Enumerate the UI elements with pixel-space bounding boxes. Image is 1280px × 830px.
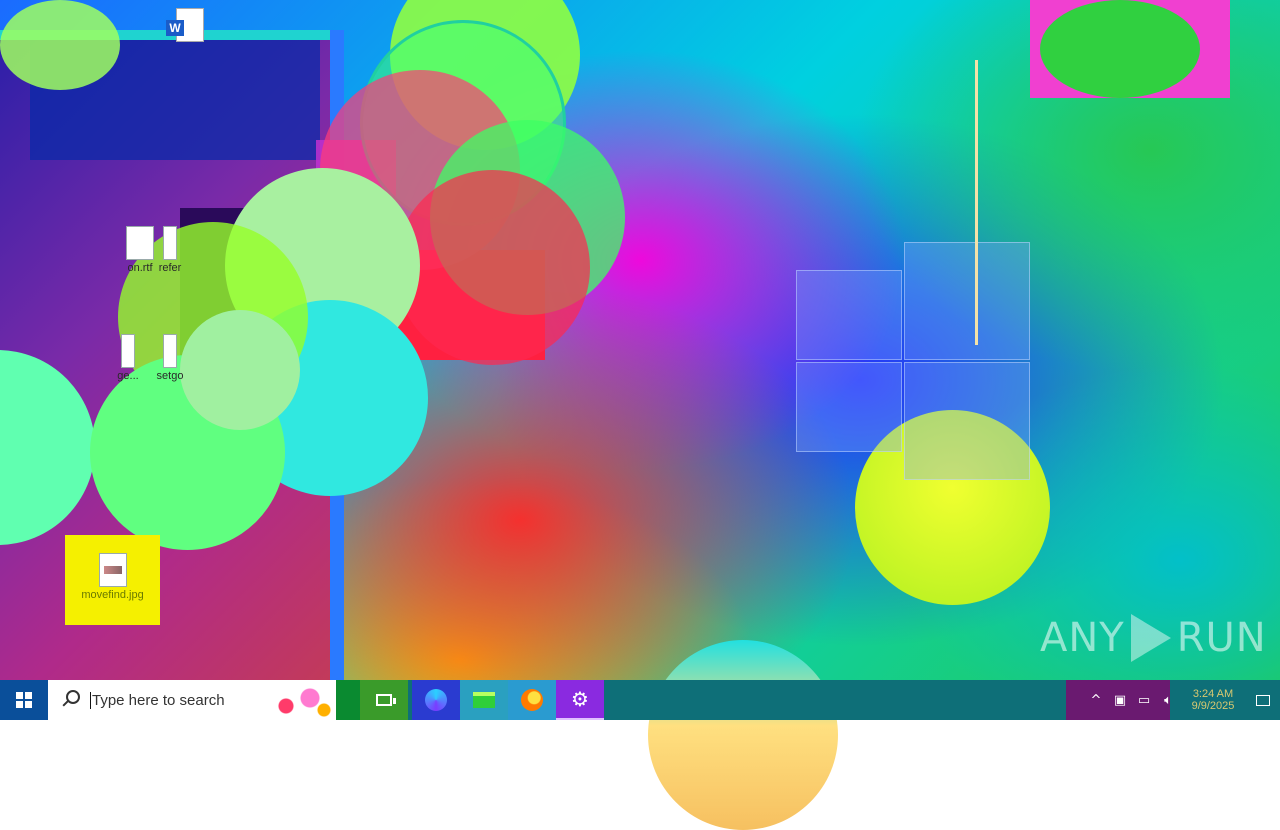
folder-icon <box>473 692 495 708</box>
edge-icon <box>425 689 447 711</box>
document-icon <box>121 334 135 368</box>
taskbar: Type here to search ⚙ ^ ▣ ▭ 🔈︎ 3:24 AM 9… <box>0 680 1280 720</box>
decor-circle <box>648 640 838 830</box>
desktop-icon-refer[interactable]: refer <box>150 226 190 274</box>
decor-circle <box>1040 0 1200 98</box>
task-view-button[interactable] <box>360 680 408 720</box>
anyrun-watermark: ANY RUN <box>1040 614 1267 662</box>
system-tray: ^ ▣ ▭ 🔈︎ 3:24 AM 9/9/2025 <box>1084 680 1280 720</box>
word-document-icon[interactable]: W <box>166 8 204 42</box>
network-icon[interactable]: ▭ <box>1132 680 1156 720</box>
desktop-icon-setgo[interactable]: setgo <box>150 334 190 382</box>
clock[interactable]: 3:24 AM 9/9/2025 <box>1180 680 1246 720</box>
decor-circle <box>180 310 300 430</box>
desktop-icon-movefind[interactable]: movefind.jpg <box>65 535 160 625</box>
search-icon <box>58 687 84 713</box>
play-icon <box>1130 614 1171 662</box>
file-explorer-button[interactable] <box>460 680 508 720</box>
notification-icon <box>1256 694 1270 706</box>
windows-icon <box>16 692 32 708</box>
start-button[interactable] <box>0 680 48 720</box>
image-file-icon <box>98 553 127 587</box>
clock-date: 9/9/2025 <box>1191 700 1235 712</box>
gear-icon: ⚙ <box>571 687 589 711</box>
desktop: W on.rtf refer ge... setgo movefind.jpg … <box>0 0 1280 680</box>
search-input[interactable]: Type here to search <box>90 691 225 709</box>
security-icon[interactable]: ▣ <box>1108 680 1132 720</box>
clock-time: 3:24 AM <box>1192 688 1234 700</box>
task-view-icon <box>376 694 396 706</box>
settings-button[interactable]: ⚙ <box>556 680 604 720</box>
decor-circle <box>395 170 590 365</box>
taskbar-gap <box>336 680 360 720</box>
search-box[interactable]: Type here to search <box>48 680 336 720</box>
notification-button[interactable] <box>1246 680 1280 720</box>
chevron-up-icon[interactable]: ^ <box>1084 680 1108 720</box>
firefox-button[interactable] <box>508 680 556 720</box>
volume-icon[interactable]: 🔈︎ <box>1156 680 1180 720</box>
edge-button[interactable] <box>412 680 460 720</box>
desktop-icon-ge[interactable]: ge... <box>108 334 148 382</box>
windows-logo-watermark <box>796 242 1030 480</box>
document-icon <box>163 334 177 368</box>
firefox-icon <box>521 689 543 711</box>
search-highlight-image <box>266 680 336 720</box>
vertical-line <box>975 60 978 345</box>
document-icon <box>163 226 177 260</box>
decor-circle <box>0 0 120 90</box>
